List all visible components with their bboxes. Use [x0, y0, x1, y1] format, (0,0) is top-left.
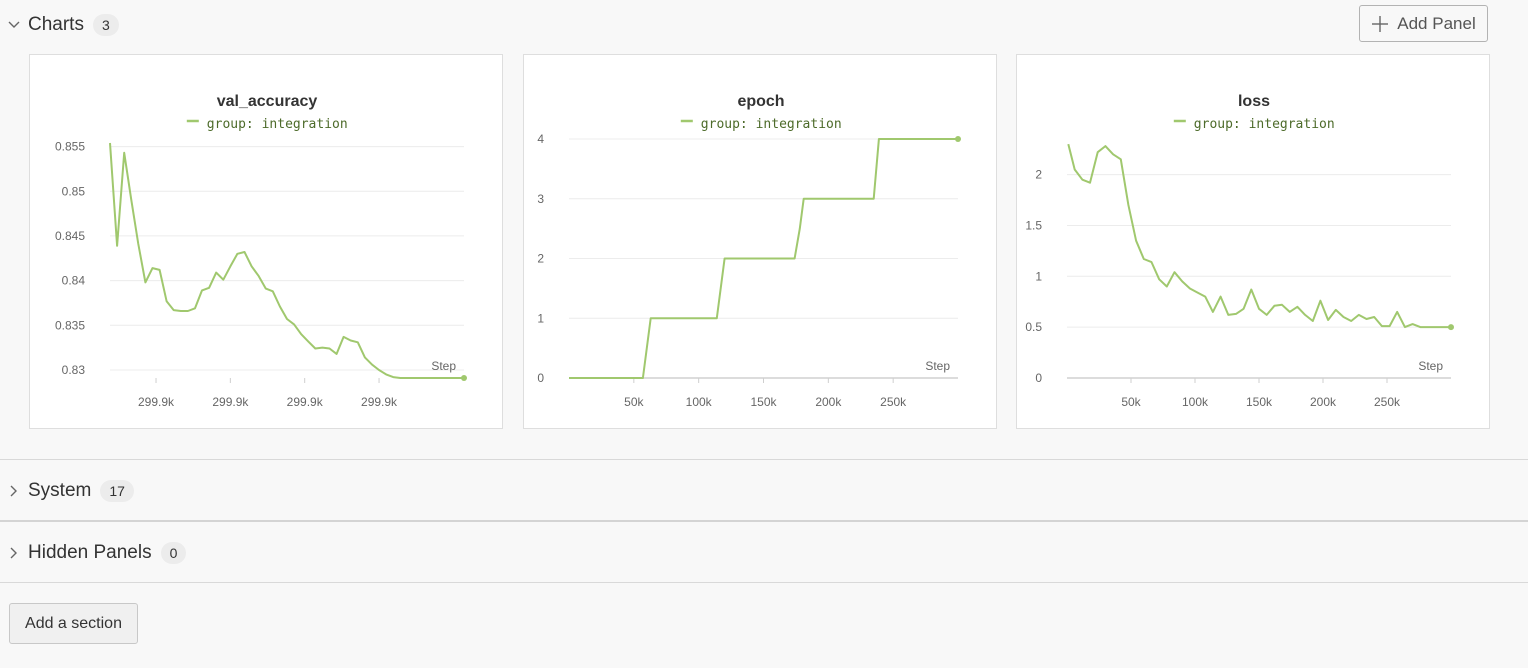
chart-title: epoch: [737, 93, 784, 110]
series-line[interactable]: [1067, 143, 1451, 329]
section-header-hidden-panels[interactable]: Hidden Panels 0: [0, 538, 187, 568]
chart-legend[interactable]: group: integration: [680, 117, 842, 132]
y-tick-label: 4: [537, 132, 544, 146]
series-endpoint[interactable]: [1448, 324, 1454, 331]
x-tick-label: 250k: [880, 395, 907, 409]
legend-label: group: integration: [207, 117, 348, 132]
section-divider: [0, 459, 1528, 460]
section-title: System: [28, 480, 92, 501]
y-tick-label: 1: [537, 311, 544, 325]
section-divider: [0, 582, 1528, 583]
section-title: Hidden Panels: [28, 542, 152, 563]
y-tick-label: 2: [1035, 168, 1042, 182]
section-header-charts[interactable]: Charts 3: [0, 10, 119, 40]
series-line[interactable]: [109, 142, 464, 379]
add-section-button[interactable]: Add a section: [9, 603, 138, 644]
y-tick-label: 0.845: [55, 229, 85, 243]
chart-panel-loss[interactable]: loss group: integration 0 0.5 1 1.5 2 50k 100k 15…: [1016, 54, 1490, 429]
section-divider: [0, 520, 1528, 522]
y-tick-label: 0: [1035, 371, 1042, 385]
x-tick-label: 200k: [815, 395, 842, 409]
add-panel-label: Add Panel: [1397, 13, 1476, 33]
x-tick-label: 50k: [1121, 395, 1141, 409]
x-tick-label: 200k: [1310, 395, 1337, 409]
chart-panel-val-accuracy[interactable]: val_accuracy group: integration 0.855 0.85 0…: [29, 54, 503, 429]
x-tick-label: 150k: [1246, 395, 1273, 409]
legend-label: group: integration: [701, 117, 842, 132]
y-tick-label: 0.84: [62, 274, 86, 288]
chevron-down-icon[interactable]: [0, 10, 28, 40]
chart-title: val_accuracy: [217, 93, 318, 110]
x-tick-label: 250k: [1374, 395, 1401, 409]
chart-legend[interactable]: group: integration: [186, 117, 348, 132]
series-endpoint[interactable]: [955, 136, 961, 142]
chart-title: loss: [1238, 93, 1270, 110]
chart-panel-epoch[interactable]: epoch group: integration 0 1 2 3 4 50k 100k 150k 2…: [523, 54, 997, 429]
x-tick-label: 299.9k: [287, 395, 324, 409]
x-tick-label: 150k: [750, 395, 777, 409]
x-axis-label: Step: [1418, 359, 1443, 373]
chevron-right-icon[interactable]: [0, 476, 28, 506]
y-tick-label: 0.83: [62, 363, 86, 377]
chart-loss[interactable]: lossgroup: integration00.511.5250k 100k 15…: [1017, 55, 1491, 430]
y-tick-label: 1.5: [1025, 218, 1042, 232]
chart-legend[interactable]: group: integration: [1173, 117, 1335, 132]
section-count-badge: 17: [100, 480, 134, 502]
chevron-right-icon[interactable]: [0, 538, 28, 568]
add-panel-button[interactable]: Add Panel: [1359, 5, 1488, 42]
x-tick-label: 100k: [1182, 395, 1209, 409]
y-tick-label: 0.835: [55, 318, 85, 332]
x-tick-label: 299.9k: [138, 395, 175, 409]
x-tick-label: 299.9k: [361, 395, 398, 409]
x-axis-label: Step: [431, 359, 456, 373]
section-header-system[interactable]: System 17: [0, 476, 134, 506]
section-count-badge: 0: [160, 542, 187, 564]
y-tick-label: 0.5: [1025, 320, 1042, 334]
section-title: Charts: [28, 14, 84, 35]
y-tick-label: 2: [537, 252, 544, 266]
section-count-badge: 3: [92, 14, 119, 36]
y-tick-label: 3: [537, 192, 544, 206]
legend-label: group: integration: [1194, 117, 1335, 132]
y-tick-label: 0: [537, 371, 544, 385]
x-tick-label: 50k: [624, 395, 644, 409]
y-tick-label: 0.855: [55, 140, 85, 154]
series-endpoint[interactable]: [461, 375, 467, 381]
x-axis-label: Step: [925, 359, 950, 373]
chart-val-accuracy[interactable]: val_accuracy group: integration 0.855 0.85 0…: [30, 55, 504, 430]
chart-epoch[interactable]: epoch group: integration 0 1 2 3 4 50k 100k 150k 2…: [524, 55, 998, 430]
y-tick-label: 1: [1035, 269, 1042, 283]
plus-icon: [1371, 15, 1389, 33]
x-tick-label: 100k: [686, 395, 713, 409]
x-tick-label: 299.9k: [212, 395, 249, 409]
y-tick-label: 0.85: [62, 184, 86, 198]
